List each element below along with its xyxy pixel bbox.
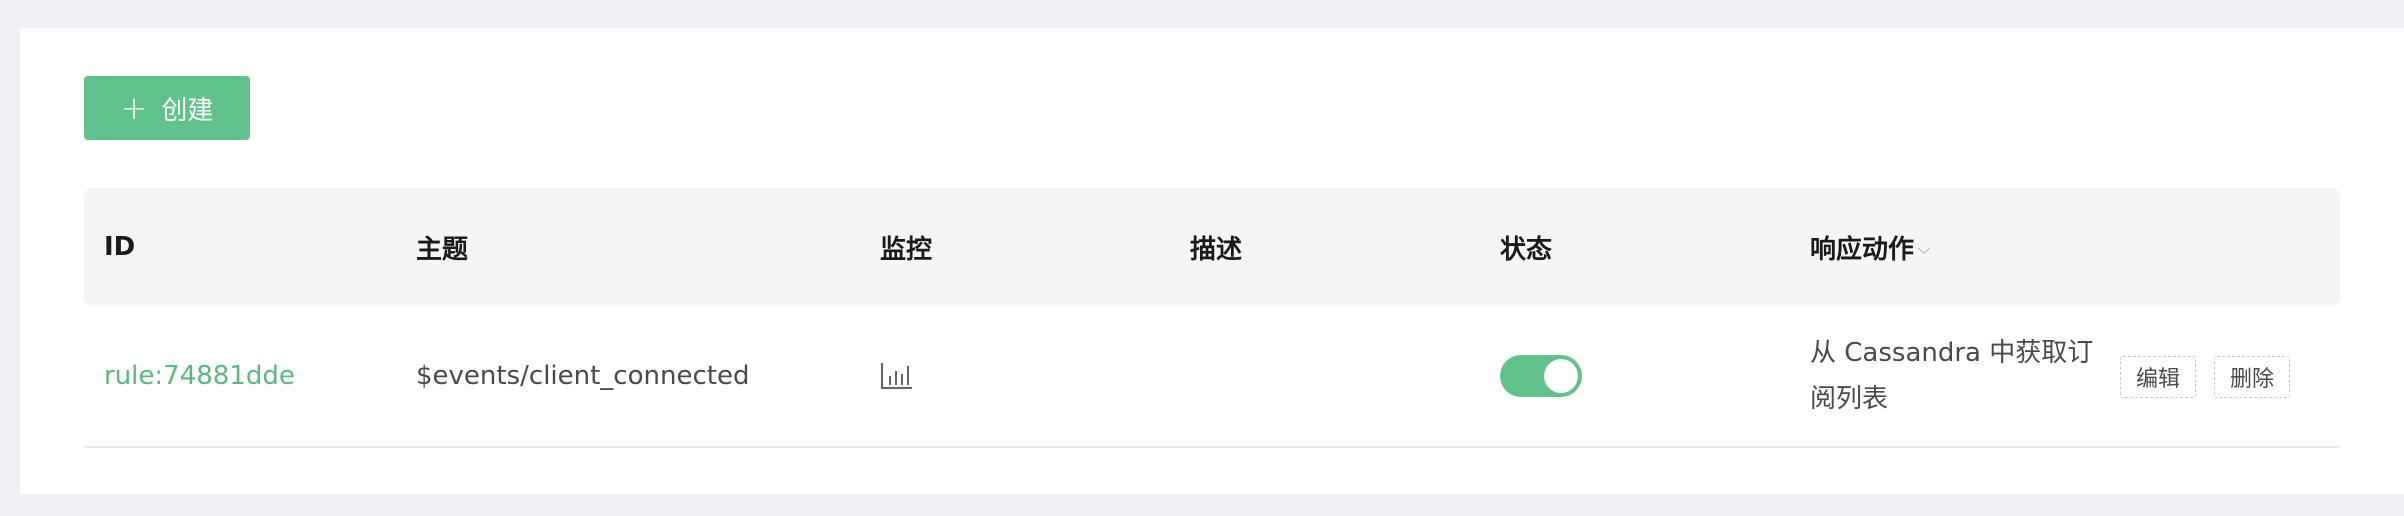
column-header-actions-label: 响应动作 [1810, 234, 1915, 265]
create-button-label: 创建 [161, 95, 214, 126]
status-toggle[interactable] [1500, 355, 1582, 397]
table-row: rule:74881dde $events/client_connected 从… [84, 306, 2340, 448]
rule-topic: $events/client_connected [416, 361, 750, 391]
rules-table: ID 主题 监控 描述 状态 响应动作 ⌵ rule:74881dde $eve… [84, 188, 2340, 448]
column-header-monitor: 监控 [880, 234, 933, 265]
column-header-description: 描述 [1190, 234, 1243, 265]
bar-chart-icon[interactable] [880, 361, 914, 391]
column-header-status: 状态 [1500, 234, 1553, 265]
column-header-topic: 主题 [416, 234, 469, 265]
rule-id-link[interactable]: rule:74881dde [104, 361, 295, 391]
chevron-down-icon: ⌵ [1918, 239, 1931, 258]
table-header: ID 主题 监控 描述 状态 响应动作 ⌵ [84, 188, 2340, 306]
delete-button[interactable]: 删除 [2214, 356, 2290, 398]
edit-button[interactable]: 编辑 [2120, 356, 2196, 398]
plus-icon: + [120, 89, 148, 127]
create-button[interactable]: + 创建 [84, 76, 250, 140]
rule-actions: 从 Cassandra 中获取订阅列表 [1810, 338, 2094, 414]
column-header-actions[interactable]: 响应动作 ⌵ [1810, 188, 1930, 306]
column-header-id: ID [104, 232, 136, 262]
toggle-knob [1544, 359, 1578, 393]
